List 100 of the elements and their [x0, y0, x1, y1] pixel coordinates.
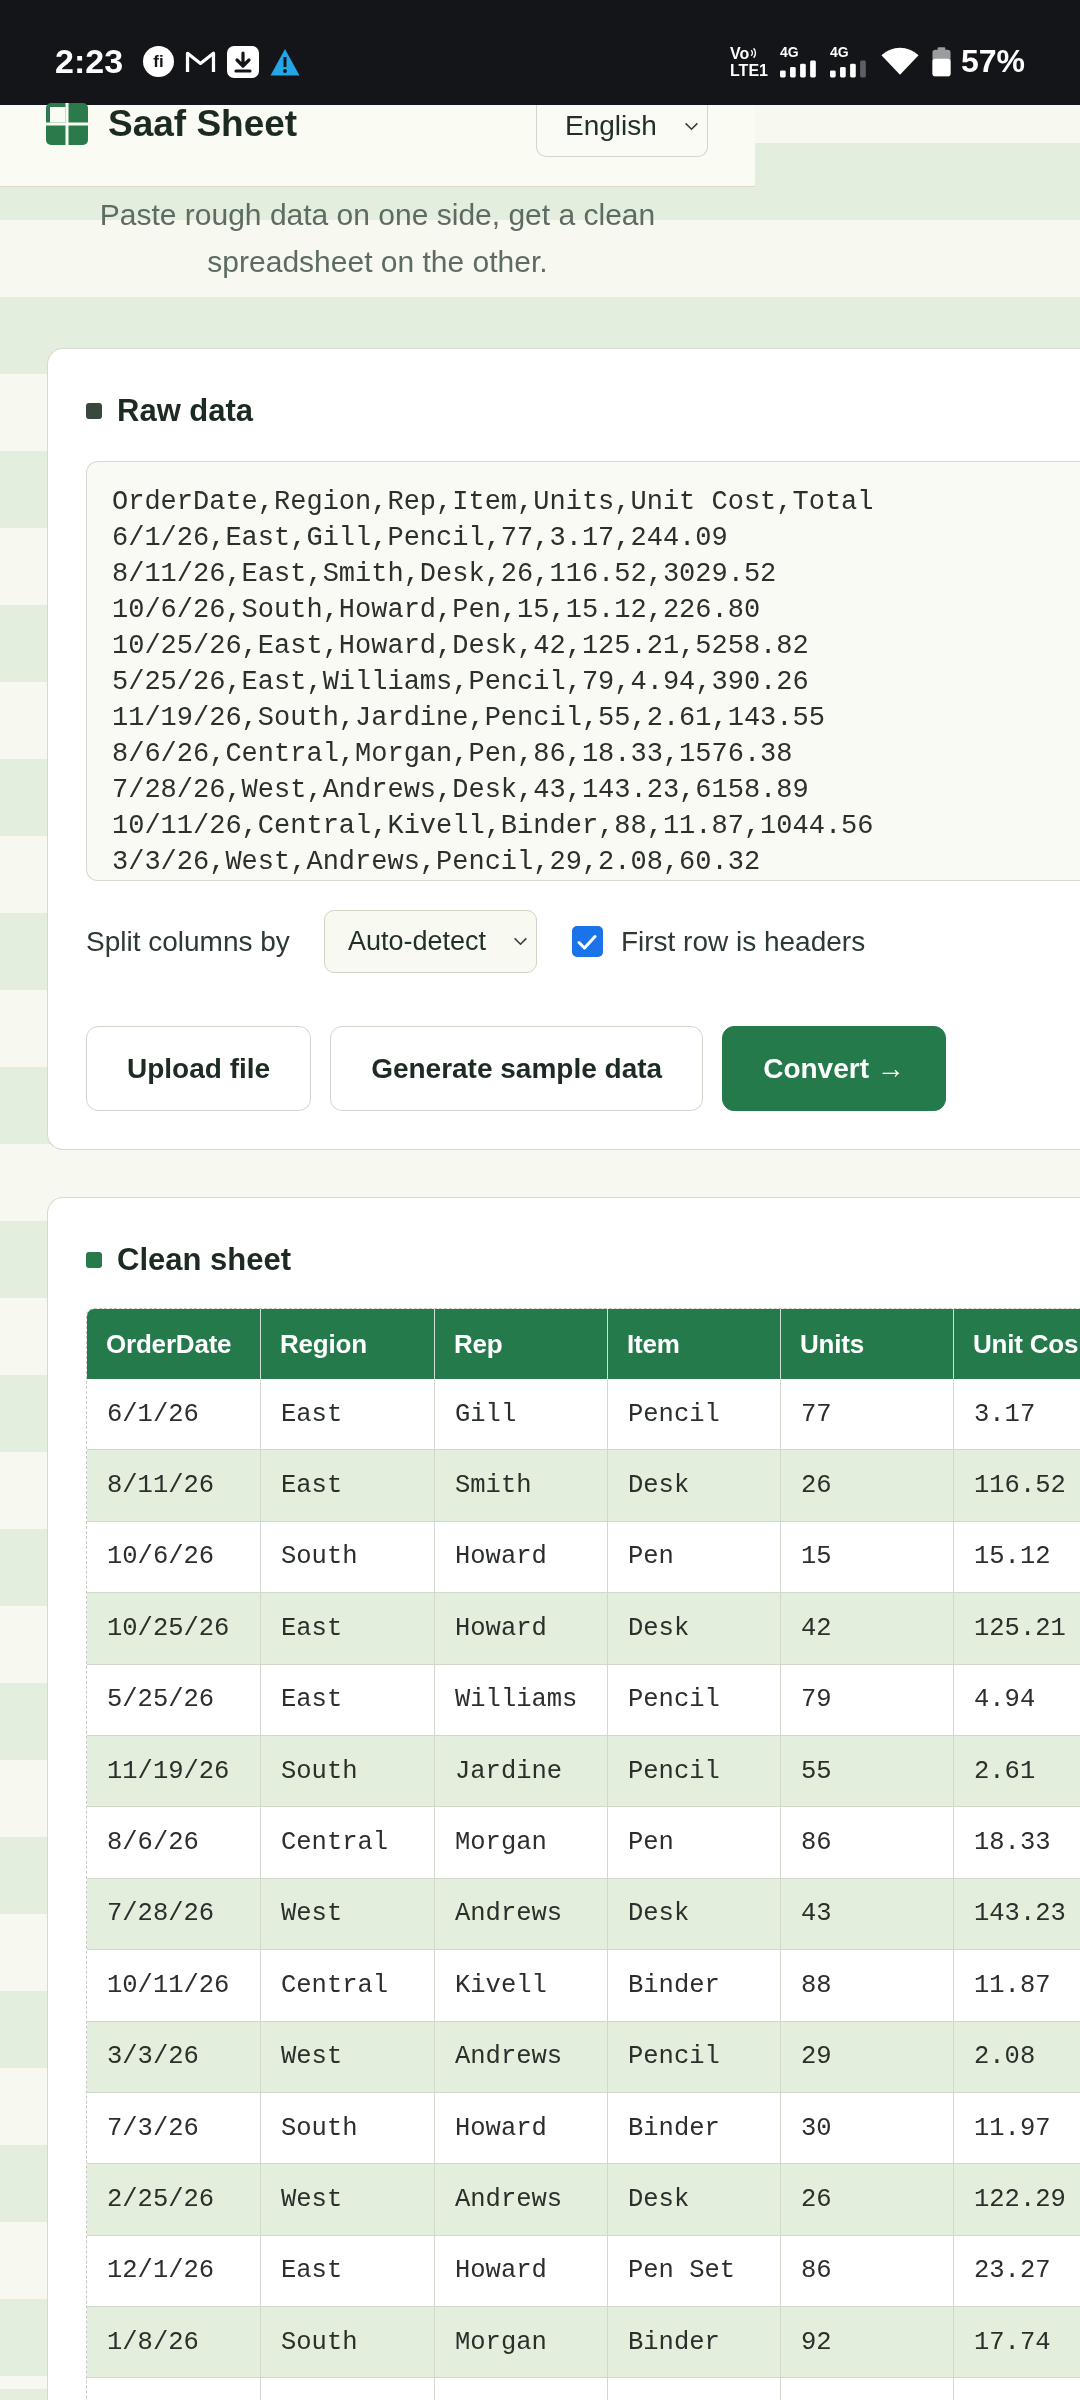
- table-cell: Desk: [608, 1593, 781, 1665]
- table-cell: 86: [781, 1807, 954, 1879]
- chevron-down-icon: [512, 937, 528, 946]
- delimiter-select[interactable]: Auto-detect: [323, 910, 537, 973]
- table-cell: 88: [781, 1950, 954, 2022]
- tagline: Paste rough data on one side, get a clean spreadsheet on the other.: [98, 197, 657, 280]
- headers-checkbox[interactable]: [571, 926, 603, 957]
- table-cell: Pen: [608, 1521, 781, 1594]
- warning-icon: [270, 47, 301, 76]
- table-cell: Howard: [435, 2235, 608, 2308]
- table-cell: 125.21: [954, 1593, 1080, 1665]
- table-cell: 86: [781, 2235, 954, 2308]
- table-cell: Pen Set: [608, 2235, 781, 2308]
- table-cell: 7/28/26: [87, 1878, 261, 1951]
- table-cell: West: [261, 2164, 435, 2236]
- checkmark-icon: [577, 933, 598, 950]
- table-cell: South: [261, 1521, 435, 1594]
- table-cell: Morgan: [435, 1807, 608, 1879]
- table-cell: 10/25/26: [87, 1593, 261, 1665]
- table-cell: 10/11/26: [87, 1950, 261, 2022]
- table-cell: Pencil: [608, 2021, 781, 2093]
- table-cell: Kivell: [435, 1950, 608, 2022]
- table-cell: Desk: [608, 1450, 781, 1522]
- lte-label: LTE1: [730, 61, 768, 79]
- language-select[interactable]: English: [536, 105, 708, 157]
- panel-title: Clean sheet: [117, 1241, 291, 1279]
- table-cell: East: [261, 1450, 435, 1522]
- table-cell: 3/3/26: [87, 2021, 261, 2093]
- table-cell: Pencil: [608, 1664, 781, 1736]
- column-header: Unit Cos: [954, 1309, 1080, 1379]
- table-cell: Howard: [435, 1521, 608, 1594]
- volte-label: Vo: [730, 44, 750, 62]
- table-cell: 2/25/26: [87, 2164, 261, 2236]
- table-cell: East: [261, 1593, 435, 1665]
- table-cell: Pen: [608, 1807, 781, 1879]
- table-cell: 5/25/26: [87, 1664, 261, 1736]
- table-cell: Binder: [608, 1950, 781, 2022]
- table-cell: 30: [781, 2092, 954, 2165]
- table-cell: 11/19/26: [87, 1735, 261, 1808]
- sound-waves-icon: [750, 47, 759, 59]
- column-header: OrderDate: [87, 1309, 261, 1379]
- table-cell: Andrews: [435, 2164, 608, 2236]
- table-cell: 122.29: [954, 2164, 1080, 2236]
- table-cell: Central: [261, 1807, 435, 1879]
- table-cell: Howard: [435, 2092, 608, 2165]
- network-type-label: 4G: [779, 45, 799, 59]
- table-cell: 8/6/26: [87, 1807, 261, 1879]
- battery-icon: [931, 46, 951, 77]
- table-cell: 29: [781, 2021, 954, 2093]
- table-cell: Binder: [608, 2307, 781, 2379]
- mail-icon: [185, 49, 217, 74]
- table-cell: 10/6/26: [87, 1521, 261, 1594]
- checkbox-label[interactable]: First row is headers: [620, 925, 866, 958]
- table-cell: 79: [781, 1664, 954, 1736]
- table-cell: Pencil: [608, 1379, 781, 1451]
- raw-data-field[interactable]: OrderDate,Region,Rep,Item,Units,Unit Cost,Total 6/1/26,East,Gill,Pencil,77,3.17,244.09 8/11/26,East,Smith,Desk,26,116.52,3029.52 10/6/26,South,Howard,Pen,15,15.12,226.80 10/25/26,East,Howard,Desk,42,125.21,5258.82 5/25/26,East,Williams,Pencil,79,4.94,390.26 11/19/26,South,Jardine,Pencil,55,2.61,143.55 8/6/26,Central,Morgan,Pen,86,18.33,1576.38 7/28/26,West,Andrews,Desk,43,143.23,6158.89 10/11/26,Central,Kivell,Binder,88,11.87,1044.56 3/3/26,West,Andrews,Pencil,29,2.08,60.32: [86, 461, 1080, 881]
- table-cell: 17.74: [954, 2307, 1080, 2379]
- table-cell: East: [261, 1379, 435, 1451]
- panel-title: Raw data: [117, 392, 254, 430]
- table-cell: 2.61: [954, 1735, 1080, 1808]
- table-cell: Pencil: [608, 1735, 781, 1808]
- table-cell: 77: [781, 1379, 954, 1451]
- table-cell: Gill: [435, 1379, 608, 1451]
- app-title: Saaf Sheet: [108, 105, 298, 143]
- download-icon: [227, 45, 260, 78]
- table-cell: West: [261, 1878, 435, 1951]
- table-cell: Central: [261, 1950, 435, 2022]
- table-cell: 7/3/26: [87, 2092, 261, 2165]
- table-cell: Williams: [435, 1664, 608, 1736]
- column-header: Region: [261, 1309, 435, 1379]
- table-cell: West: [261, 2021, 435, 2093]
- table-cell: 55: [781, 1735, 954, 1808]
- battery-percent: 57%: [960, 43, 1025, 80]
- column-header: Item: [608, 1309, 781, 1379]
- table-cell: 143.23: [954, 1878, 1080, 1951]
- table-cell: Jardine: [435, 1735, 608, 1808]
- table-cell: East: [261, 2235, 435, 2308]
- table-cell: South: [261, 1735, 435, 1808]
- table-cell: 1/8/26: [87, 2307, 261, 2379]
- table-cell: 92: [781, 2307, 954, 2379]
- table-cell: Smith: [435, 1450, 608, 1522]
- table-cell: 26: [781, 2164, 954, 2236]
- column-header: Rep: [435, 1309, 608, 1379]
- table-cell: Morgan: [435, 2307, 608, 2379]
- wifi-icon: [879, 47, 920, 76]
- table-cell: Desk: [608, 1878, 781, 1951]
- table-cell: Howard: [435, 1593, 608, 1665]
- status-time: 2:23: [55, 42, 124, 81]
- table-cell: Binder: [608, 2092, 781, 2165]
- table-cell: 26: [781, 1450, 954, 1522]
- table-cell: 12/1/26: [87, 2235, 261, 2308]
- upload-file-button[interactable]: Upload file: [86, 1026, 312, 1111]
- table-cell: South: [261, 2092, 435, 2165]
- table-cell: 15: [781, 1521, 954, 1594]
- generate-sample-button[interactable]: Generate sample data: [330, 1026, 704, 1111]
- table-cell: Andrews: [435, 2021, 608, 2093]
- split-columns-label: Split columns by: [86, 925, 290, 958]
- convert-button[interactable]: Convert →: [722, 1026, 946, 1111]
- table-cell: Andrews: [435, 1878, 608, 1951]
- column-header: Units: [781, 1309, 954, 1379]
